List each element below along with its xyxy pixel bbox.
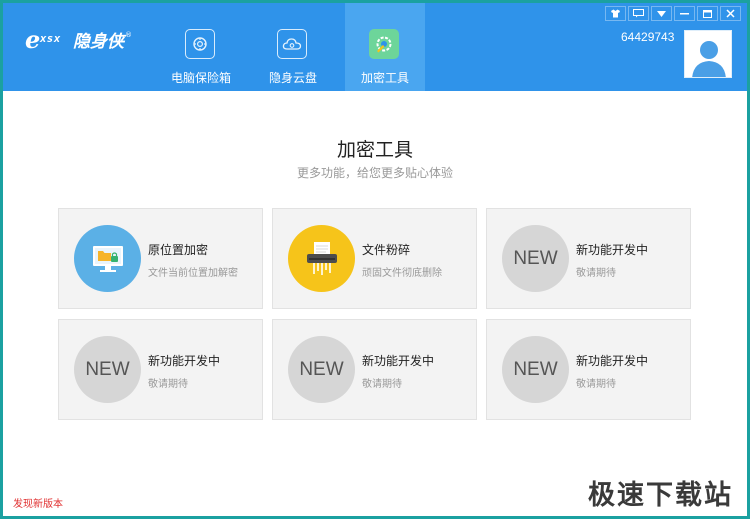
header: e XSX 隐身侠 ® 电脑保险箱 隐身云盘 加密工具 64429743 <box>3 3 747 91</box>
menu-icon[interactable] <box>651 6 672 21</box>
card-title: 新功能开发中 <box>576 354 649 368</box>
card-desc: 敬请期待 <box>362 379 402 390</box>
logo-mark: e XSX <box>25 25 71 54</box>
page-title: 加密工具 <box>336 139 413 161</box>
tab-encryption-tools[interactable]: 加密工具 <box>345 3 425 91</box>
tab-cloud-disk[interactable]: 隐身云盘 <box>253 3 333 91</box>
user-avatar-icon[interactable] <box>684 30 732 78</box>
tab-label: 电脑保险箱 <box>170 71 231 85</box>
card-new-feature[interactable]: NEW 新功能开发中 敬请期待 <box>486 208 691 309</box>
card-desc: 敬请期待 <box>148 379 188 390</box>
card-in-place-encryption[interactable]: 原位置加密 文件当前位置加解密 <box>58 208 263 309</box>
titlebar-controls <box>603 6 741 21</box>
logo-mark-letter: e <box>25 24 41 54</box>
app-logo: e XSX 隐身侠 ® <box>25 25 132 54</box>
logo-registered: ® <box>125 30 132 39</box>
card-title: 文件粉碎 <box>362 243 411 257</box>
new-badge: NEW <box>74 336 141 403</box>
tab-label: 加密工具 <box>360 71 409 85</box>
new-badge: NEW <box>288 336 355 403</box>
skin-icon[interactable] <box>605 6 626 21</box>
tab-label: 隐身云盘 <box>268 71 317 85</box>
new-badge: NEW <box>502 336 569 403</box>
card-desc: 敬请期待 <box>576 268 616 279</box>
app-window: e XSX 隐身侠 ® 电脑保险箱 隐身云盘 加密工具 64429743 加密工… <box>3 3 747 516</box>
card-new-feature[interactable]: NEW 新功能开发中 敬请期待 <box>486 319 691 420</box>
watermark-text: 极速下载站 <box>588 480 733 511</box>
card-title: 新功能开发中 <box>148 354 221 368</box>
user-id[interactable]: 64429743 <box>621 30 674 44</box>
card-desc: 顽固文件彻底删除 <box>362 268 442 279</box>
tab-computer-safe[interactable]: 电脑保险箱 <box>161 3 241 91</box>
logo-mark-sub: XSX <box>40 34 62 44</box>
card-desc: 文件当前位置加解密 <box>148 268 238 279</box>
maximize-icon[interactable] <box>697 6 718 21</box>
card-new-feature[interactable]: NEW 新功能开发中 敬请期待 <box>58 319 263 420</box>
message-icon[interactable] <box>628 6 649 21</box>
logo-text: 隐身侠 <box>73 32 124 52</box>
card-title: 新功能开发中 <box>362 354 435 368</box>
card-file-shredder[interactable]: 文件粉碎 顽固文件彻底删除 <box>272 208 477 309</box>
close-icon[interactable] <box>720 6 741 21</box>
tools-icon <box>369 29 399 59</box>
safe-icon <box>185 29 215 59</box>
card-desc: 敬请期待 <box>576 379 616 390</box>
card-title: 新功能开发中 <box>576 243 649 257</box>
minimize-icon[interactable] <box>674 6 695 21</box>
folder-monitor-icon <box>74 225 141 292</box>
new-badge: NEW <box>502 225 569 292</box>
page-subtitle: 更多功能，给您更多贴心体验 <box>296 166 453 180</box>
shredder-icon <box>288 225 355 292</box>
card-title: 原位置加密 <box>148 243 209 257</box>
main-nav: 电脑保险箱 隐身云盘 加密工具 <box>161 3 437 91</box>
update-available-link[interactable]: 发现新版本 <box>13 495 63 510</box>
card-new-feature[interactable]: NEW 新功能开发中 敬请期待 <box>272 319 477 420</box>
cloud-icon <box>277 29 307 59</box>
